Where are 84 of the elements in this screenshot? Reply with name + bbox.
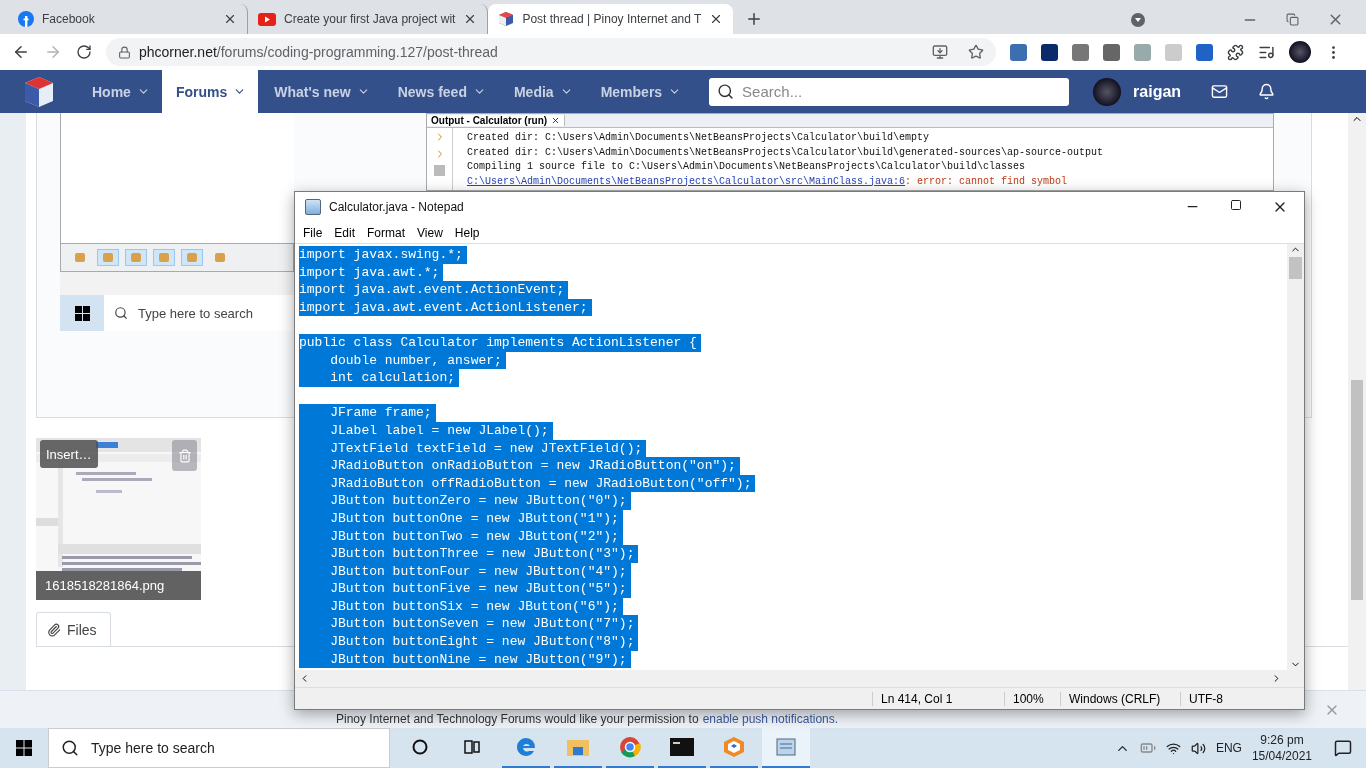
close-icon[interactable] [223, 12, 237, 26]
status-text: Windows (CRLF) [1060, 691, 1180, 706]
notepad-icon [775, 737, 797, 757]
extension-icon[interactable] [1103, 43, 1120, 61]
wifi-icon[interactable] [1165, 740, 1181, 756]
search-icon [717, 83, 735, 100]
install-icon[interactable] [932, 44, 948, 60]
windows-logo-icon [74, 305, 90, 321]
edge-icon [515, 736, 537, 758]
terminal-icon [670, 738, 694, 756]
search-field[interactable]: Search... [709, 77, 1070, 106]
status-text: UTF-8 [1180, 691, 1290, 706]
back-icon[interactable] [12, 43, 30, 61]
lock-icon [118, 45, 131, 59]
insert-button[interactable]: Insert… [40, 440, 98, 468]
stop-icon [434, 165, 445, 176]
battery-icon[interactable] [1139, 740, 1156, 756]
output-line: Created dir: C:\Users\Admin\Documents\NetBeansProjects\Calculator\build\generated-sources\ap-source-output [467, 145, 1104, 160]
task-view-icon [463, 739, 481, 755]
window-title: Calculator.java - Notepad [329, 200, 464, 214]
menu-item[interactable]: Help [448, 225, 486, 240]
profile-avatar[interactable] [1289, 41, 1311, 63]
notice-link[interactable]: enable push notifications. [702, 712, 839, 726]
status-text: 100% [1004, 691, 1060, 706]
toolbar-tool-icon [97, 249, 119, 266]
facebook-icon [18, 11, 34, 27]
nav-tab[interactable]: Members [584, 70, 694, 113]
browser-tab[interactable]: Post thread | Pinoy Internet and T [488, 4, 734, 34]
folder-icon [566, 737, 590, 757]
volume-icon[interactable] [1190, 740, 1206, 756]
language-indicator[interactable]: ENG [1215, 741, 1242, 755]
search-icon [114, 306, 128, 320]
files-button[interactable]: Files [36, 612, 111, 646]
youtube-icon [258, 12, 276, 26]
file-name: 1618518281864.png [36, 571, 201, 600]
extensions-icon[interactable] [1227, 43, 1244, 61]
menu-item[interactable]: Format [361, 225, 412, 240]
nav-tab[interactable]: Media [497, 70, 585, 113]
extension-icon[interactable] [1196, 43, 1213, 61]
clock-time[interactable]: 9:26 pm [1260, 732, 1304, 748]
output-line: Created dir: C:\Users\Admin\Documents\NetBeansProjects\Calculator\build\empty [467, 131, 931, 145]
output-line: Compiling 1 source file to C:\Users\Admin\Documents\NetBeansProjects\Calculator\build\classes [467, 160, 1027, 174]
search-field[interactable]: Type here to search [48, 728, 390, 768]
menu-item[interactable]: Edit [328, 225, 362, 240]
scrollbar[interactable] [1348, 113, 1366, 690]
trash-icon [177, 448, 192, 463]
paperclip-icon [47, 622, 61, 637]
mail-icon[interactable] [1211, 83, 1229, 100]
toolbar-tool-icon [153, 249, 175, 266]
status-text: Ln 414, Col 1 [872, 691, 1004, 706]
cube-logo-icon[interactable] [22, 74, 56, 109]
search-icon [61, 739, 79, 757]
notifications-icon[interactable] [1334, 739, 1352, 757]
restore-icon[interactable] [1286, 13, 1299, 26]
extension-icon[interactable] [1041, 43, 1058, 61]
toolbar-tool-icon [125, 249, 147, 266]
scroll-thumb[interactable] [1289, 257, 1302, 279]
cube-app-icon [723, 736, 745, 758]
toolbar-tool-icon [181, 249, 203, 266]
profile-dropdown-icon[interactable] [1130, 11, 1146, 28]
scroll-thumb[interactable] [1351, 380, 1363, 600]
close-icon [551, 116, 561, 125]
reload-icon[interactable] [76, 44, 92, 60]
scrollbar[interactable] [295, 670, 1304, 687]
notepad-icon [305, 199, 321, 215]
nav-tab[interactable]: News feed [381, 70, 498, 113]
address-field[interactable]: phcorner.net/forums/coding-programming.127/post-thread [106, 38, 996, 66]
cube-logo-icon [498, 11, 515, 27]
notice-text: Pinoy Internet and Technology Forums would like your permission to [336, 712, 699, 726]
bookmark-star-icon[interactable] [968, 44, 984, 60]
windows-logo-icon[interactable] [16, 740, 32, 756]
menu-item[interactable]: View [411, 225, 449, 240]
username[interactable]: raigan [1133, 82, 1182, 101]
scrollbar[interactable] [1287, 244, 1304, 670]
nav-tab[interactable]: Forums [161, 70, 259, 113]
error-line: C:\Users\Admin\Documents\NetBeansProjects\Calculator\src\MainClass.java:6: error: cannot find symbol [467, 174, 1069, 189]
nav-tab[interactable]: What's new [258, 70, 382, 113]
chrome-icon [619, 736, 641, 758]
clock-date[interactable]: 15/04/2021 [1251, 748, 1312, 764]
bell-icon[interactable] [1258, 83, 1276, 100]
nav-tab[interactable]: Home [76, 70, 162, 113]
cortana-icon [412, 739, 428, 755]
menu-item[interactable]: File [297, 225, 329, 240]
maximize-icon[interactable] [1230, 199, 1242, 211]
